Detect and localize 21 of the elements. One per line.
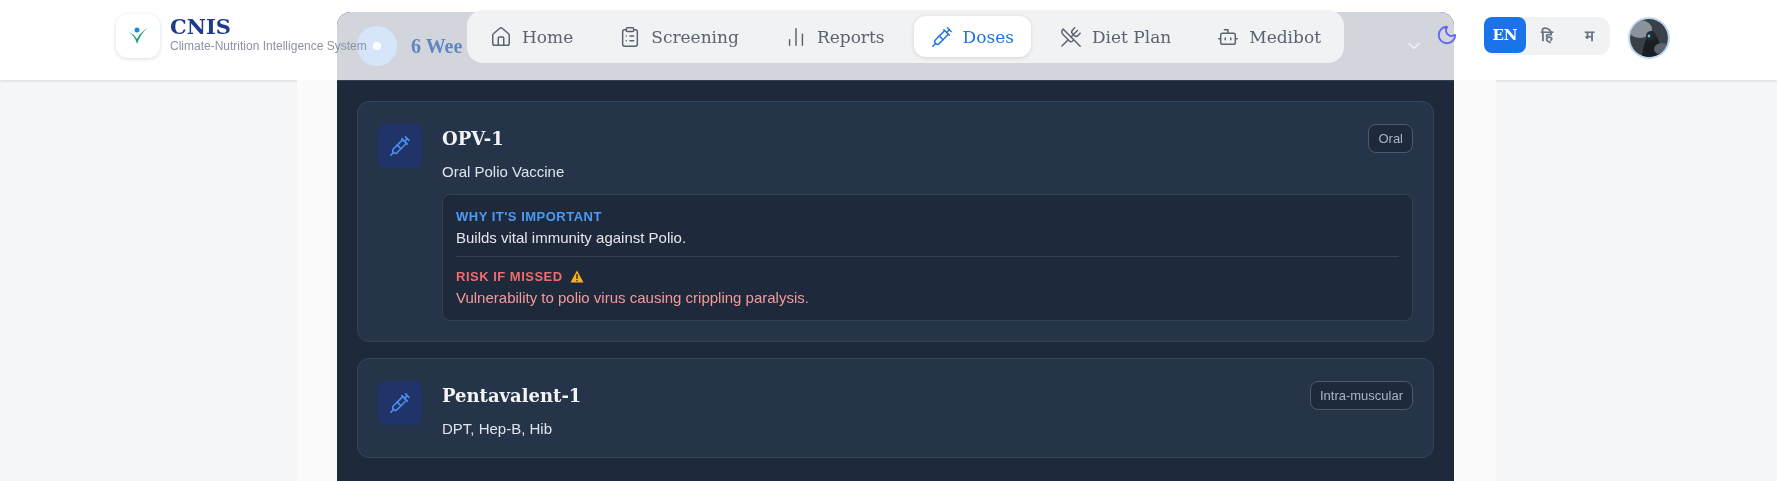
language-button[interactable]: म — [1568, 17, 1610, 53]
vaccine-description: Oral Polio Vaccine — [442, 163, 565, 180]
schedule-title: 6 Wee — [411, 34, 463, 58]
language-button[interactable]: EN — [1484, 17, 1526, 53]
importance-text: Builds vital immunity against Polio. — [456, 229, 687, 246]
nav-tab[interactable]: Screening — [602, 16, 756, 57]
importance-label: WHY IT'S IMPORTANT — [456, 209, 602, 224]
route-tag: Oral — [1368, 124, 1413, 153]
nav-tab[interactable]: Home — [473, 16, 591, 57]
vaccine-name: Pentavalent-1 — [442, 385, 582, 406]
vaccine-description: DPT, Hep-B, Hib — [442, 420, 553, 437]
risk-label: RISK IF MISSED — [456, 269, 563, 284]
nav-tab[interactable]: Diet Plan — [1042, 16, 1189, 57]
risk-text: Vulnerability to polio virus causing crippling paralysis. — [456, 289, 809, 306]
nav-tab[interactable]: Doses — [913, 16, 1031, 57]
language-button[interactable]: हि — [1526, 17, 1568, 53]
app-title: CNIS — [170, 13, 232, 39]
nav-tab[interactable]: Medibot — [1200, 16, 1338, 57]
route-tag: Intra-muscular — [1309, 381, 1413, 410]
vaccine-name: OPV-1 — [442, 128, 504, 149]
nav-tab[interactable]: Reports — [767, 16, 902, 57]
